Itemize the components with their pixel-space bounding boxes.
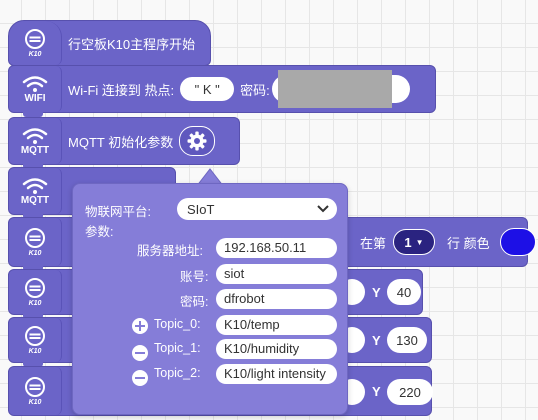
y-value-input-3[interactable]: 220 [387,379,433,405]
platform-select[interactable]: SIoT [177,198,337,220]
minus-icon [135,352,145,354]
params-label: 参数: [85,225,114,239]
k10-logo-icon [25,227,45,248]
main-start-label: 行空板K10主程序开始 [68,36,196,52]
mqtt-connect-wifi-icon [22,177,48,194]
add-topic-button[interactable] [132,318,148,334]
wifi-password-label: 密码: [240,82,270,98]
mqtt-connect-badge: MQTT [9,168,62,214]
mqtt-connect-badge-caption: MQTT [20,194,50,206]
wifi-password-input[interactable] [271,70,410,108]
account-label: 账号: [180,270,209,284]
y-value-input-2[interactable]: 130 [387,327,427,353]
server-address-input[interactable]: 192.168.50.11 [216,238,337,258]
y-value-1: 40 [396,284,412,300]
password-input[interactable]: dfrobot [216,289,337,309]
wifi-icon [22,75,48,92]
y-label-1: Y [372,284,381,300]
y-label-3: Y [372,383,381,399]
chevron-down-icon [317,205,329,213]
y-label-2: Y [372,332,381,348]
k10-coord-badge-caption-1: K10 [28,299,42,307]
y-value-2: 130 [396,332,418,348]
wifi-ssid-value: " K " [194,81,220,97]
account-input[interactable]: siot [216,264,337,284]
remove-topic1-button[interactable] [132,345,148,361]
mqtt-config-popup: 物联网平台: SIoT 参数: 服务器地址: 192.168.50.11 账号:… [72,183,348,415]
k10-coord-badge-3: K10 [9,367,62,415]
topic0-label: Topic_0: [154,317,201,331]
chevron-down-icon: ▼ [415,237,424,247]
wifi-connect-label: Wi-Fi 连接到 热点: [68,82,175,98]
remove-topic2-button[interactable] [132,370,148,386]
k10-coord-badge-1: K10 [9,270,62,314]
k10-row-badge: K10 [9,218,62,266]
row-prefix-label: 在第 [360,235,387,251]
wifi-category-badge: WIFI [9,66,62,112]
gear-icon [187,131,207,151]
k10-row-badge-caption: K10 [28,249,42,257]
y-value-3: 220 [399,384,421,400]
server-address-label: 服务器地址: [137,244,203,258]
k10-coord-badge-2: K10 [9,318,62,362]
k10-logo-icon [25,28,45,49]
wifi-badge-caption: WIFI [24,92,46,104]
k10-logo-icon [25,277,45,298]
wifi-connect-block[interactable]: WIFI Wi-Fi 连接到 热点: " K " 密码: [8,65,436,117]
topic1-input[interactable]: K10/humidity [216,339,337,359]
k10-logo-icon [25,376,45,397]
mqtt-badge-caption: MQTT [20,144,50,156]
password-label: 密码: [180,295,209,309]
color-picker-swatch[interactable] [500,228,536,256]
plus-icon [135,321,145,331]
mqtt-init-label: MQTT 初始化参数 [68,134,174,150]
platform-value: SIoT [187,201,215,217]
wifi-password-redaction [277,70,392,108]
k10-coord-badge-caption-3: K10 [28,398,42,406]
k10-category-badge: K10 [9,21,62,65]
k10-badge-caption: K10 [28,50,42,58]
mqtt-wifi-icon [22,127,48,144]
k10-main-start-block[interactable]: K10 行空板K10主程序开始 [8,20,211,70]
platform-label: 物联网平台: [85,205,151,219]
y-value-input-1[interactable]: 40 [387,279,421,305]
wifi-ssid-input[interactable]: " K " [180,77,235,101]
k10-coord-badge-caption-2: K10 [28,347,42,355]
topic2-label: Topic_2: [154,366,201,380]
mqtt-init-block[interactable]: MQTT MQTT 初始化参数 [8,117,240,169]
mqtt-category-badge: MQTT [9,118,62,164]
row-number-value: 1 [404,234,412,250]
topic1-label: Topic_1: [154,341,201,355]
minus-icon [135,377,145,379]
topic0-input[interactable]: K10/temp [216,315,337,335]
k10-logo-icon [25,325,45,346]
row-suffix-label: 行 颜色 [447,235,490,251]
mutator-gear-button[interactable] [179,126,216,156]
topic2-input[interactable]: K10/light intensity [216,364,337,384]
row-number-dropdown[interactable]: 1 ▼ [393,229,435,255]
